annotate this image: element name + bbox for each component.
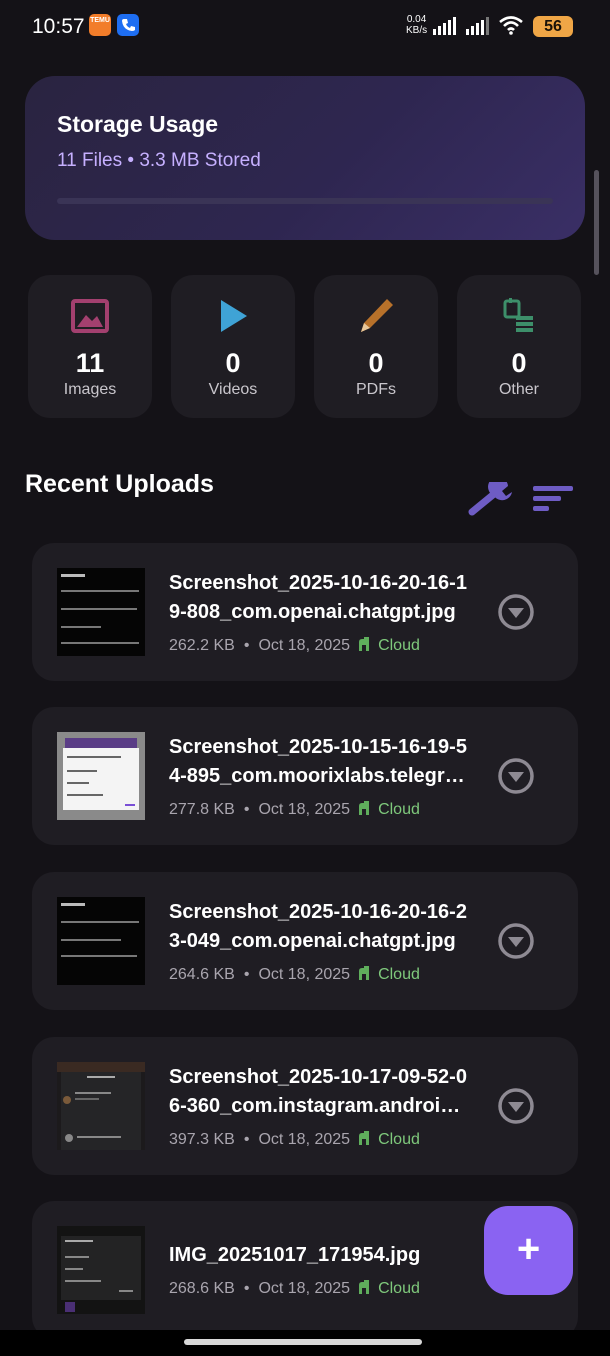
expand-button[interactable] [497,922,535,960]
storage-location: Cloud [378,637,420,654]
file-name: Screenshot_2025-10-15-16-19-54-895_com.m… [169,736,467,787]
chevron-down-icon [498,1088,534,1124]
scrollbar[interactable] [594,170,599,275]
expand-button[interactable] [497,757,535,795]
file-thumbnail [57,897,145,985]
phone-app-icon [117,14,139,36]
wrench-icon[interactable] [468,482,516,516]
signal-icon [433,17,456,35]
archive-icon [503,298,533,332]
file-date: Oct 18, 2025 [258,1131,351,1148]
other-label: Other [498,381,539,398]
file-meta: 264.6 KB • Oct 18, 2025 Cloud [169,966,420,983]
category-videos-tile[interactable]: 0 Videos [171,275,295,418]
home-indicator[interactable] [184,1339,422,1345]
file-name: Screenshot_2025-10-16-20-16-23-049_com.o… [169,901,467,952]
storage-title: Storage Usage [57,111,219,137]
chevron-down-icon [498,923,534,959]
upload-item[interactable]: Screenshot_2025-10-17-09-52-06-360_com.i… [32,1037,578,1175]
signal-icon [466,17,489,35]
recent-uploads-title: Recent Uploads [25,470,214,498]
file-meta: 277.8 KB • Oct 18, 2025 Cloud [169,801,420,818]
file-size: 277.8 KB [169,801,235,818]
file-size: 397.3 KB [169,1131,235,1148]
image-icon [71,299,109,333]
file-size: 268.6 KB [169,1280,235,1297]
file-date: Oct 18, 2025 [258,966,351,983]
upload-item[interactable]: Screenshot_2025-10-16-20-16-19-808_com.o… [32,543,578,681]
status-bar: 10:57 TEMU 0.04 KB/s 56 [0,0,610,56]
videos-count: 0 [225,348,241,378]
status-time: 10:57 [32,15,85,38]
storage-location: Cloud [378,1280,420,1297]
storage-usage-card: Storage Usage 11 Files • 3.3 MB Stored [25,76,585,240]
file-thumbnail [57,1062,145,1150]
other-count: 0 [511,348,527,378]
file-thumbnail [57,732,145,820]
net-speed-value: 0.04 [406,14,427,25]
cloud-icon [359,1280,370,1294]
pdfs-label: PDFs [356,381,396,398]
file-name: Screenshot_2025-10-17-09-52-06-360_com.i… [169,1066,467,1117]
sort-icon[interactable] [531,484,575,514]
images-label: Images [63,381,117,398]
cloud-icon [359,637,370,651]
battery-indicator: 56 [533,16,573,37]
file-date: Oct 18, 2025 [258,637,351,654]
wifi-icon [499,16,523,35]
chevron-down-icon [498,594,534,630]
storage-location: Cloud [378,966,420,983]
net-speed-unit: KB/s [406,25,428,36]
play-icon [221,300,247,332]
file-thumbnail [57,568,145,656]
network-speed: 0.04 KB/s [406,14,427,36]
category-pdfs-tile[interactable]: 0 PDFs [314,275,438,418]
cloud-icon [359,966,370,980]
temu-app-icon: TEMU [89,14,111,36]
file-date: Oct 18, 2025 [258,1280,351,1297]
category-images-tile[interactable]: 11 Images [28,275,152,418]
storage-summary: 11 Files • 3.3 MB Stored [57,150,261,171]
upload-item[interactable]: Screenshot_2025-10-15-16-19-54-895_com.m… [32,707,578,845]
chevron-down-icon [498,758,534,794]
pdfs-count: 0 [368,348,384,378]
file-name: Screenshot_2025-10-16-20-16-19-808_com.o… [169,572,467,623]
expand-button[interactable] [497,593,535,631]
category-other-tile[interactable]: 0 Other [457,275,581,418]
file-date: Oct 18, 2025 [258,801,351,818]
app-screen: 10:57 TEMU 0.04 KB/s 56 Storage Usage 11… [0,0,610,1356]
add-upload-button[interactable]: + [484,1206,573,1295]
file-meta: 268.6 KB • Oct 18, 2025 Cloud [169,1280,420,1297]
file-meta: 262.2 KB • Oct 18, 2025 Cloud [169,637,420,654]
images-count: 11 [75,348,105,378]
cloud-icon [359,801,370,815]
file-size: 264.6 KB [169,966,235,983]
pencil-icon [361,299,393,332]
file-thumbnail [57,1226,145,1314]
storage-progress-bar [57,198,553,204]
file-size: 262.2 KB [169,637,235,654]
storage-location: Cloud [378,1131,420,1148]
storage-location: Cloud [378,801,420,818]
expand-button[interactable] [497,1087,535,1125]
videos-label: Videos [208,381,258,398]
file-meta: 397.3 KB • Oct 18, 2025 Cloud [169,1131,420,1148]
cloud-icon [359,1131,370,1145]
file-name: IMG_20251017_171954.jpg [169,1244,421,1266]
upload-item[interactable]: Screenshot_2025-10-16-20-16-23-049_com.o… [32,872,578,1010]
